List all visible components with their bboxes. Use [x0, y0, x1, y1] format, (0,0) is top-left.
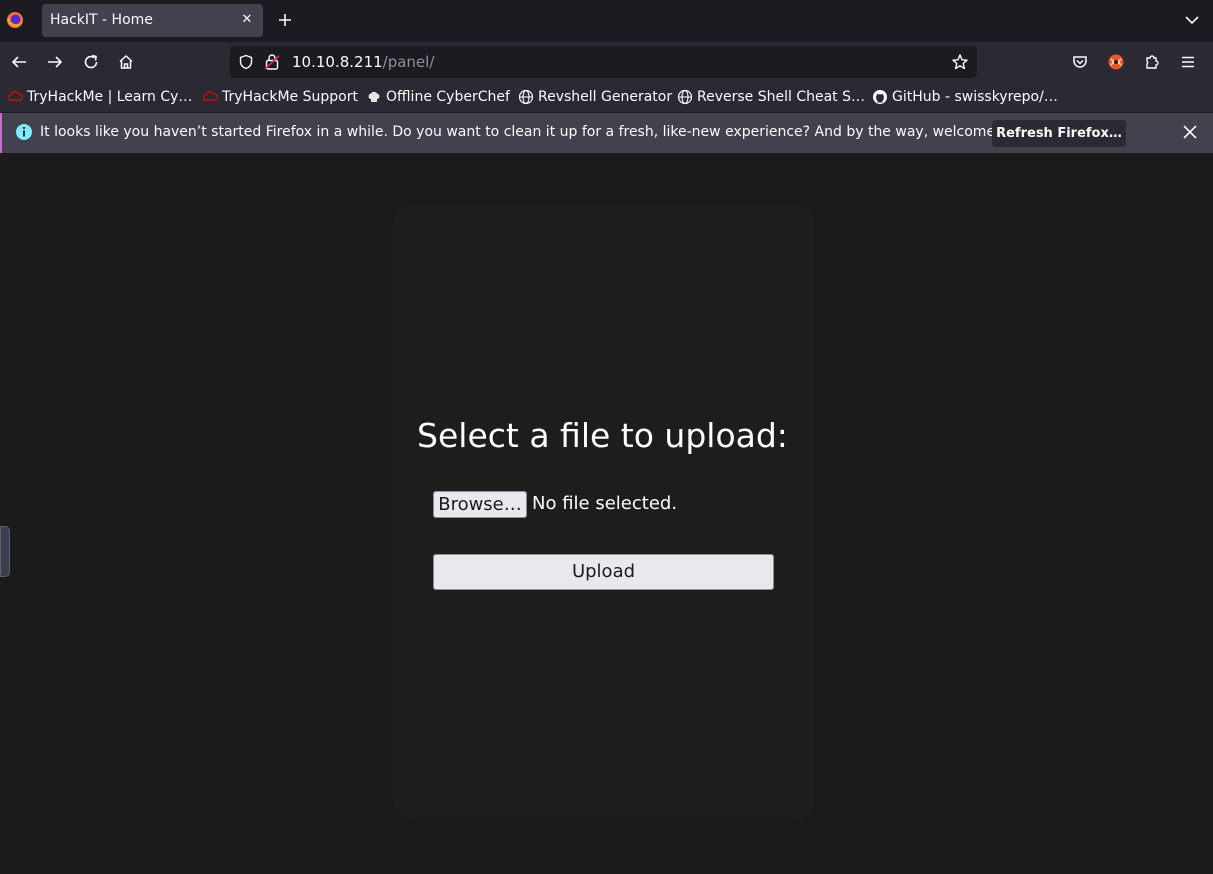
chevron-down-icon[interactable] — [1183, 11, 1201, 29]
notification-message: It looks like you haven’t started Firefo… — [40, 124, 1039, 140]
extensions-puzzle-icon[interactable] — [1143, 53, 1161, 71]
hamburger-menu-icon[interactable] — [1179, 53, 1197, 71]
tryhackme-icon — [202, 90, 218, 101]
url-path: /panel/ — [382, 53, 435, 71]
tab-close-icon[interactable]: ✕ — [239, 11, 255, 29]
bookmark-label: GitHub - swisskyrepo/… — [892, 89, 1058, 105]
refresh-firefox-button[interactable]: Refresh Firefox… — [992, 120, 1126, 147]
firefox-icon[interactable] — [6, 11, 24, 29]
bookmark-label: TryHackMe Support — [222, 89, 358, 105]
reload-icon[interactable] — [82, 53, 100, 71]
globe-icon — [518, 89, 534, 105]
bookmark-github-swisskyrepo[interactable]: GitHub - swisskyrepo/… — [872, 88, 1058, 106]
url-host: 10.10.8.211 — [292, 53, 383, 71]
bookmark-revshell-generator[interactable]: Revshell Generator — [518, 88, 672, 106]
file-status-text: No file selected. — [532, 493, 678, 514]
pocket-icon[interactable] — [1071, 53, 1089, 71]
tryhackme-icon — [7, 90, 23, 101]
github-icon — [873, 90, 887, 104]
bookmark-offline-cyberchef[interactable]: Offline CyberChef — [366, 88, 510, 106]
close-icon[interactable] — [1181, 123, 1199, 141]
home-icon[interactable] — [117, 53, 135, 71]
bookmark-reverse-shell-cheat-sheet[interactable]: Reverse Shell Cheat S… — [677, 88, 865, 106]
navigation-toolbar: 10.10.8.211/panel/ — [0, 42, 1213, 82]
page-content — [0, 155, 1213, 874]
back-arrow-icon[interactable] — [10, 53, 28, 71]
url-bar[interactable]: 10.10.8.211/panel/ — [230, 46, 977, 78]
bookmark-label: TryHackMe | Learn Cy… — [27, 89, 193, 105]
upload-button[interactable]: Upload — [433, 554, 774, 590]
new-tab-icon[interactable] — [276, 11, 294, 29]
bookmark-label: Offline CyberChef — [386, 89, 510, 105]
tracking-protection-shield-icon[interactable] — [238, 54, 254, 70]
tab-strip: HackIT - Home ✕ — [0, 0, 1213, 42]
extension-fox-icon[interactable] — [1107, 53, 1125, 71]
tab-hackit-home[interactable]: HackIT - Home ✕ — [42, 4, 263, 37]
browse-button[interactable]: Browse… — [433, 491, 527, 518]
firefox-refresh-notification: It looks like you haven’t started Firefo… — [0, 113, 1213, 153]
bookmark-tryhackme-support[interactable]: TryHackMe Support — [202, 88, 358, 106]
globe-icon — [677, 89, 693, 105]
tab-title: HackIT - Home — [50, 12, 153, 28]
upload-heading: Select a file to upload: — [417, 416, 788, 455]
chef-hat-icon — [368, 91, 380, 102]
sidebar-drag-handle[interactable] — [0, 526, 10, 577]
bookmark-star-icon[interactable] — [951, 53, 969, 71]
forward-arrow-icon[interactable] — [46, 53, 64, 71]
bookmark-tryhackme-learn[interactable]: TryHackMe | Learn Cy… — [7, 88, 192, 106]
bookmark-label: Revshell Generator — [538, 89, 673, 105]
insecure-lock-icon[interactable] — [264, 53, 280, 71]
url-text[interactable]: 10.10.8.211/panel/ — [292, 53, 434, 71]
info-icon — [16, 124, 32, 140]
bookmarks-toolbar: TryHackMe | Learn Cy… TryHackMe Support … — [0, 82, 1213, 112]
bookmark-label: Reverse Shell Cheat S… — [697, 89, 865, 105]
